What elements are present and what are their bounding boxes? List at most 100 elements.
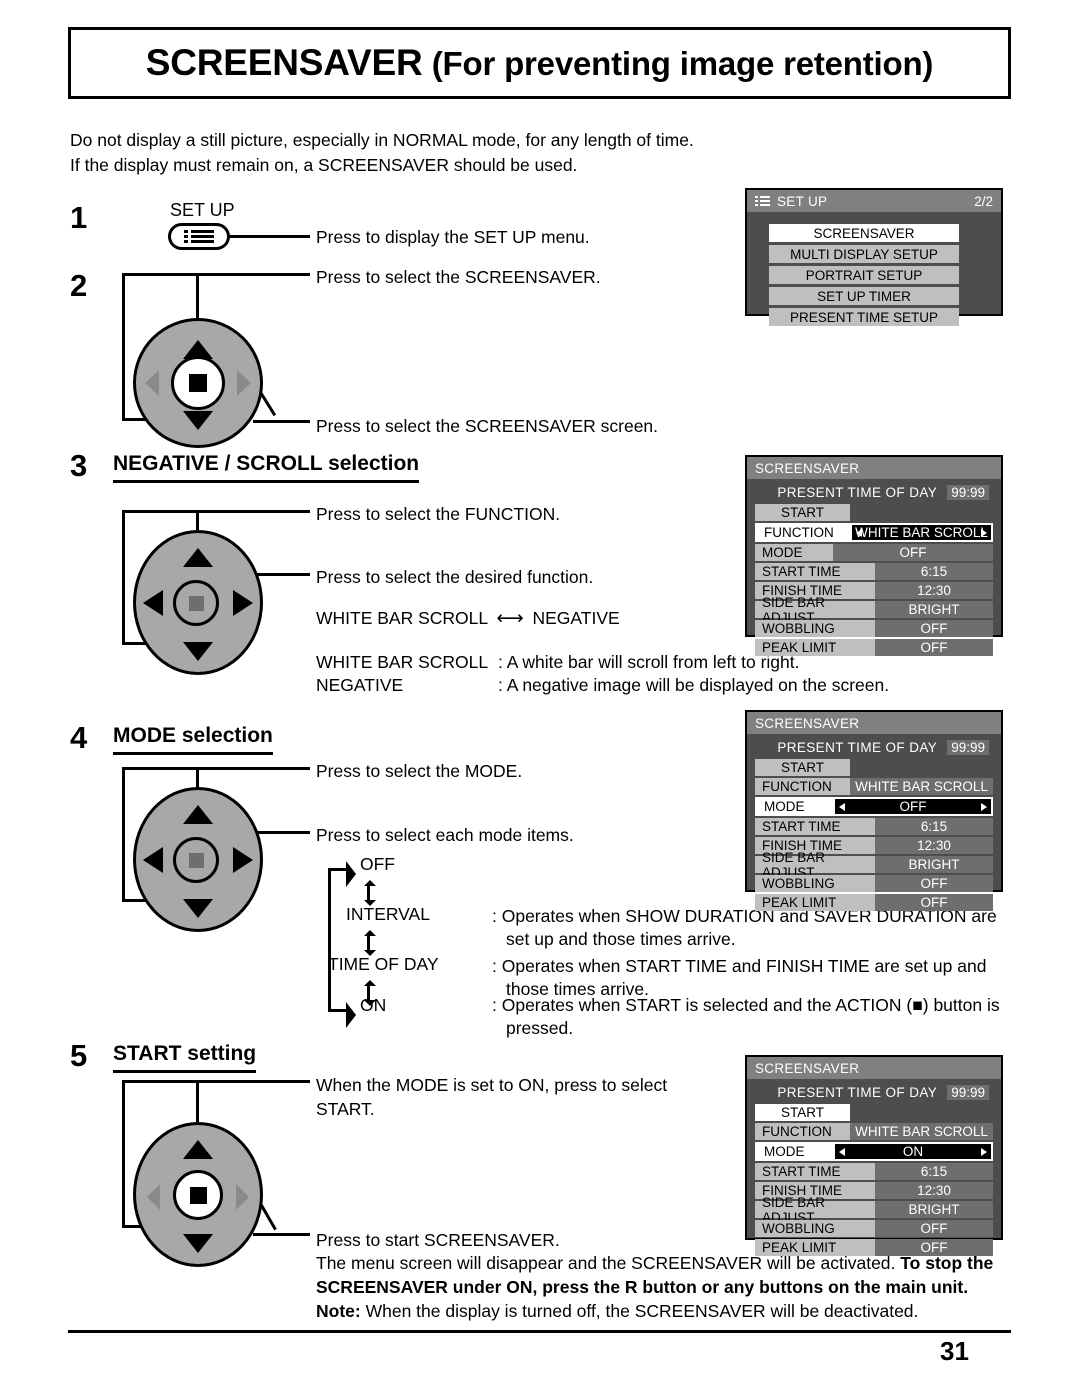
osd-ss5-row-side-bar-adjust[interactable]: SIDE BAR ADJUST BRIGHT <box>755 1195 993 1225</box>
osd-ss5-row-start-time[interactable]: START TIME 6:15 <box>755 1163 993 1180</box>
dpad-right-arrow-icon[interactable] <box>233 590 253 616</box>
osd-ss5-side-bar-value: BRIGHT <box>875 1201 993 1218</box>
osd-setup-page-indicator: 2/2 <box>974 193 993 209</box>
osd-setup-item-multi-display-setup[interactable]: MULTI DISPLAY SETUP <box>769 245 959 263</box>
dpad-down-arrow-icon[interactable] <box>183 642 213 661</box>
leader-line-step2-top <box>122 273 310 276</box>
osd-ss5-row-start[interactable]: START <box>755 1104 993 1121</box>
left-arrow-icon[interactable] <box>856 528 862 537</box>
step-3-desc-1: WHITE BAR SCROLL: A white bar will scrol… <box>316 650 800 674</box>
osd-ss5-present-time: PRESENT TIME OF DAY 99:99 <box>755 1083 993 1102</box>
osd-screensaver-function: SCREENSAVER PRESENT TIME OF DAY 99:99 ST… <box>745 455 1003 656</box>
step-5-instruction-up: When the MODE is set to ON, press to sel… <box>316 1073 716 1121</box>
cycle-item-off: OFF <box>360 854 395 874</box>
setup-button[interactable] <box>168 223 230 250</box>
osd-ss3-row-peak-limit[interactable]: PEAK LIMIT OFF <box>755 639 993 656</box>
dpad-right-arrow-icon[interactable] <box>236 1184 249 1210</box>
osd-ss4-function-key: FUNCTION <box>755 778 850 795</box>
step-3-instruction-updown: Press to select the FUNCTION. <box>316 504 561 524</box>
osd-setup-item-set-up-timer[interactable]: SET UP TIMER <box>769 287 959 305</box>
action-square-icon <box>189 374 207 392</box>
osd-ss5-row-function[interactable]: FUNCTION WHITE BAR SCROLL <box>755 1123 993 1140</box>
dpad-left-arrow-icon[interactable] <box>145 370 159 396</box>
dpad-step5[interactable] <box>133 1122 263 1267</box>
osd-ss3-function-value-cell[interactable]: WHITE BAR SCROLL <box>852 525 991 540</box>
dpad-down-arrow-icon[interactable] <box>183 899 213 918</box>
dpad-step2[interactable] <box>133 318 263 448</box>
osd-ss4-start-time-key: START TIME <box>755 818 875 835</box>
dpad-left-arrow-icon[interactable] <box>143 590 163 616</box>
intro-text: Do not display a still picture, especial… <box>70 128 790 178</box>
dpad-up-arrow-icon[interactable] <box>183 805 213 824</box>
dpad-left-arrow-icon[interactable] <box>147 1184 160 1210</box>
step-3-desc-2-term: NEGATIVE <box>316 675 404 695</box>
cycle-desc-interval-line2: set up and those times arrive. <box>506 929 736 949</box>
action-square-icon <box>189 1186 207 1204</box>
osd-ss5-mode-key: MODE <box>757 1144 835 1159</box>
osd-ss4-row-function[interactable]: FUNCTION WHITE BAR SCROLL <box>755 778 993 795</box>
menu-list-icon <box>755 195 770 207</box>
leader-line-step5-top <box>122 1080 310 1083</box>
osd-ss4-row-peak-limit[interactable]: PEAK LIMIT OFF <box>755 894 993 911</box>
osd-ss5-row-wobbling[interactable]: WOBBLING OFF <box>755 1220 993 1237</box>
osd-ss3-wobbling-key: WOBBLING <box>755 620 875 637</box>
osd-ss4-row-mode[interactable]: MODE OFF <box>755 797 993 816</box>
cycle-item-time-of-day: TIME OF DAY <box>328 954 439 974</box>
dpad-right-arrow-icon[interactable] <box>237 370 251 396</box>
osd-ss5-start-time-value: 6:15 <box>875 1163 993 1180</box>
dpad-up-arrow-icon[interactable] <box>183 548 213 567</box>
step-4-instruction-leftright: Press to select each mode items. <box>316 825 574 845</box>
action-square-icon <box>188 595 204 611</box>
action-button[interactable] <box>173 1170 223 1220</box>
cycle-desc-time-of-day-line1: : Operates when START TIME and FINISH TI… <box>492 956 987 976</box>
step-5-outro-bold2: SCREENSAVER under ON, press the R button… <box>316 1277 969 1297</box>
cycle-bracket-top <box>328 868 346 871</box>
osd-ss4-peak-limit-value: OFF <box>875 894 993 911</box>
step-5-instruction-up-line1: When the MODE is set to ON, press to sel… <box>316 1075 668 1095</box>
dpad-step4[interactable] <box>133 787 263 932</box>
osd-ss5-row-mode[interactable]: MODE ON <box>755 1142 993 1161</box>
osd-ss5-function-key: FUNCTION <box>755 1123 850 1140</box>
dpad-left-arrow-icon[interactable] <box>143 847 163 873</box>
right-arrow-icon[interactable] <box>981 1147 987 1156</box>
right-arrow-icon[interactable] <box>981 528 987 537</box>
left-arrow-icon[interactable] <box>839 1147 845 1156</box>
dpad-step3[interactable] <box>133 530 263 675</box>
cycle-desc-on-line1: : Operates when START is selected and th… <box>492 995 1000 1015</box>
step-5-note-text: When the display is turned off, the SCRE… <box>360 1301 919 1321</box>
dpad-down-arrow-icon[interactable] <box>183 1234 213 1253</box>
step-3-number: 3 <box>70 448 88 483</box>
osd-ss3-row-function[interactable]: FUNCTION WHITE BAR SCROLL <box>755 523 993 542</box>
osd-setup-item-screensaver[interactable]: SCREENSAVER <box>769 224 959 242</box>
osd-ss3-row-start[interactable]: START <box>755 504 993 521</box>
right-arrow-icon[interactable] <box>981 802 987 811</box>
osd-ss4-row-side-bar-adjust[interactable]: SIDE BAR ADJUST BRIGHT <box>755 850 993 880</box>
cycle-item-interval: INTERVAL <box>346 904 430 924</box>
osd-ss5-side-bar-key: SIDE BAR ADJUST <box>755 1195 875 1225</box>
step-2-instruction-up: Press to select the SCREENSAVER. <box>316 267 601 287</box>
osd-ss4-row-start[interactable]: START <box>755 759 993 776</box>
osd-ss3-row-wobbling[interactable]: WOBBLING OFF <box>755 620 993 637</box>
dpad-up-arrow-icon[interactable] <box>183 1140 213 1159</box>
osd-ss3-row-side-bar-adjust[interactable]: SIDE BAR ADJUST BRIGHT <box>755 595 993 625</box>
osd-ss5-row-peak-limit[interactable]: PEAK LIMIT OFF <box>755 1239 993 1256</box>
osd-ss4-titlebar: SCREENSAVER <box>747 712 1001 734</box>
osd-ss3-row-start-time[interactable]: START TIME 6:15 <box>755 563 993 580</box>
osd-ss3-start-time-key: START TIME <box>755 563 875 580</box>
osd-ss4-finish-time-value: 12:30 <box>875 837 993 854</box>
osd-ss5-mode-value-cell[interactable]: ON <box>835 1144 991 1159</box>
osd-ss3-row-mode[interactable]: MODE OFF <box>755 544 993 561</box>
action-button[interactable] <box>171 356 225 410</box>
osd-screensaver-mode: SCREENSAVER PRESENT TIME OF DAY 99:99 ST… <box>745 710 1003 911</box>
osd-setup-item-portrait-setup[interactable]: PORTRAIT SETUP <box>769 266 959 284</box>
osd-ss4-row-wobbling[interactable]: WOBBLING OFF <box>755 875 993 892</box>
osd-ss4-row-start-time[interactable]: START TIME 6:15 <box>755 818 993 835</box>
action-button[interactable] <box>173 580 219 626</box>
osd-ss4-mode-value-cell[interactable]: OFF <box>835 799 991 814</box>
dpad-right-arrow-icon[interactable] <box>233 847 253 873</box>
step-3-desc-2: NEGATIVE: A negative image will be displ… <box>316 673 889 697</box>
left-arrow-icon[interactable] <box>839 802 845 811</box>
dpad-down-arrow-icon[interactable] <box>183 411 213 430</box>
action-button[interactable] <box>173 837 219 883</box>
osd-setup-item-present-time-setup[interactable]: PRESENT TIME SETUP <box>769 308 959 326</box>
